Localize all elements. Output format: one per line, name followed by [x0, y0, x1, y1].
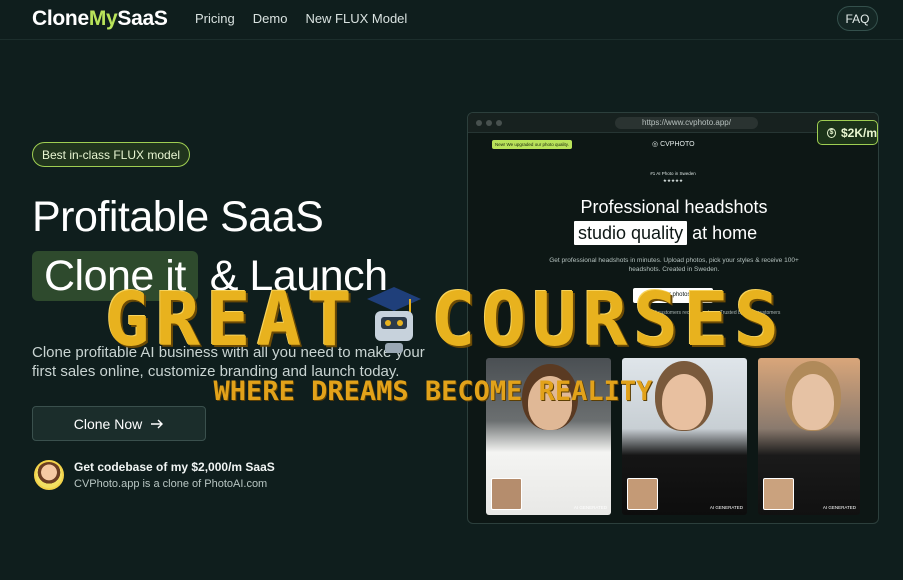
- mockup-subtitle: studio quality at home: [574, 221, 757, 245]
- site-name: CVPHOTO: [660, 141, 695, 148]
- source-thumbnail: [763, 478, 794, 510]
- logo-part-clone: Clone: [32, 7, 89, 30]
- nav-link-pricing[interactable]: Pricing: [195, 11, 235, 26]
- avatar: [34, 460, 64, 490]
- ai-generated-tag: AI GENERATED: [709, 505, 743, 510]
- watermark-word-great: GREAT: [105, 277, 358, 363]
- codebase-promo[interactable]: Get codebase of my $2,000/m SaaS CVPhoto…: [34, 460, 275, 490]
- revenue-text: $2K/m: [840, 125, 877, 140]
- mockup-title: Professional headshots: [580, 197, 768, 217]
- star-rating: ★★★★★: [662, 178, 684, 183]
- face-shape: [792, 374, 834, 430]
- logo[interactable]: CloneMySaaS: [32, 7, 168, 31]
- source-thumbnail: [491, 478, 522, 510]
- url-bar: https://www.cvphoto.app/: [615, 117, 758, 129]
- window-dot-icon: [496, 120, 502, 126]
- clone-now-label: Clone Now: [73, 415, 143, 432]
- mockup-description: Get professional headshots in minutes. U…: [549, 257, 799, 273]
- promo-text: Get codebase of my $2,000/m SaaS CVPhoto…: [74, 460, 275, 490]
- ranked-badge: #1 AI Photo in Sweden ★★★★★: [643, 170, 703, 184]
- ranked-text: #1 AI Photo in Sweden: [650, 171, 696, 176]
- dollar-coin-icon: $: [827, 127, 836, 138]
- nav-link-demo[interactable]: Demo: [253, 11, 288, 26]
- logo-part-my: My: [88, 7, 118, 30]
- top-nav: CloneMySaaS Pricing Demo New FLUX Model …: [0, 0, 903, 40]
- watermark-word-courses: COURSES: [431, 277, 785, 363]
- watermark: GREAT COURSES: [105, 277, 785, 363]
- robot-graduate-icon: [363, 285, 425, 355]
- mockup-subtitle-highlight: studio quality: [574, 221, 688, 245]
- clone-now-button[interactable]: Clone Now: [32, 406, 206, 441]
- window-dot-icon: [486, 120, 492, 126]
- face-shape: [662, 374, 706, 430]
- mockup-subtitle-rest: at home: [692, 222, 758, 243]
- promo-title: Get codebase of my $2,000/m SaaS: [74, 460, 275, 474]
- arrow-right-icon: [151, 419, 164, 428]
- nav-links: Pricing Demo New FLUX Model: [195, 11, 407, 26]
- ai-generated-tag: AI GENERATED: [573, 505, 607, 510]
- flux-badge: Best in-class FLUX model: [32, 142, 191, 167]
- faq-button[interactable]: FAQ: [837, 6, 878, 31]
- promo-subtitle: CVPhoto.app is a clone of PhotoAI.com: [74, 478, 268, 490]
- camera-icon: ◎: [652, 141, 661, 148]
- revenue-badge: $ $2K/m: [817, 120, 878, 145]
- window-dot-icon: [476, 120, 482, 126]
- ai-generated-tag: AI GENERATED: [822, 505, 856, 510]
- hero-title: Profitable SaaS: [32, 193, 324, 241]
- upgrade-notice: New! We upgraded our photo quality.: [492, 140, 572, 149]
- logo-part-saas: SaaS: [117, 7, 168, 30]
- source-thumbnail: [627, 478, 658, 510]
- nav-link-flux[interactable]: New FLUX Model: [305, 11, 407, 26]
- site-logo: ◎ CVPHOTO: [652, 140, 695, 148]
- watermark-tagline: WHERE DREAMS BECOME REALITY: [213, 376, 653, 407]
- headshot-photo: AI GENERATED: [758, 358, 860, 515]
